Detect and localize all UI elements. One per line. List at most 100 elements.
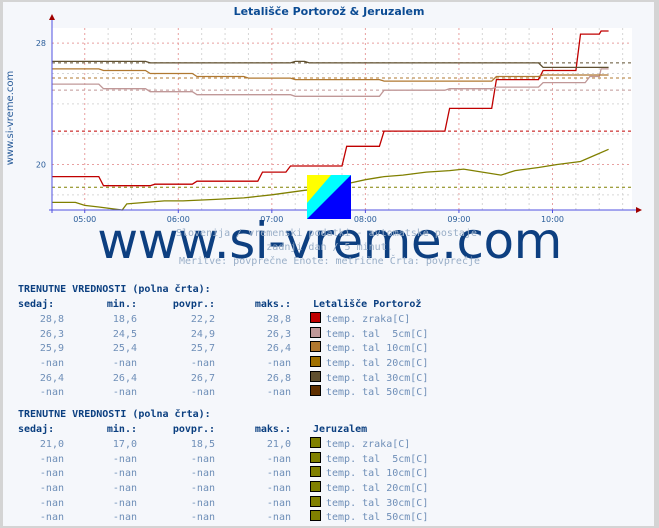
col-maks: maks.: [254,298,291,310]
value-povpr: -nan [190,357,215,369]
legend-label: temp. tal 50cm[C] [326,387,429,399]
legend-swatch-icon [310,510,321,522]
value-sedaj: -nan [39,482,64,494]
legend-swatch-icon [310,495,321,507]
value-sedaj: -nan [39,357,64,369]
legend-label: temp. zraka[C] [326,314,411,326]
legend-label: temp. zraka[C] [326,439,411,451]
table-row: -nan -nan -nan -nan temp. tal 50cm[C] [18,510,428,525]
legend-label: temp. tal 5cm[C] [326,328,429,340]
legend-swatch-icon [310,480,321,492]
table-row: -nan -nan -nan -nan temp. tal 10cm[C] [18,466,428,481]
value-maks: -nan [266,497,291,509]
legend-swatch-icon [310,466,321,478]
legend-label: temp. tal 20cm[C] [326,482,429,494]
value-min: 25,4 [112,343,137,355]
value-min: -nan [112,453,137,465]
table-heading: TRENUTNE VREDNOSTI (polna črta): [18,284,211,295]
value-povpr: -nan [190,482,215,494]
value-maks: -nan [266,387,291,399]
value-min: 26,4 [112,372,137,384]
value-min: 17,0 [112,439,137,451]
value-sedaj: 25,9 [39,343,64,355]
legend-swatch-icon [310,385,321,397]
table-row: -nan -nan -nan -nan temp. tal 5cm[C] [18,451,429,467]
legend-label: temp. tal 50cm[C] [326,512,429,524]
value-povpr: -nan [190,497,215,509]
col-povpr: povpr.: [172,298,215,310]
value-maks: 26,4 [266,343,291,355]
value-povpr: -nan [190,387,215,399]
legend-swatch-icon [310,355,321,367]
values-table-jeruzalem: TRENUTNE VREDNOSTI (polna črta): sedaj: mi… [18,408,428,525]
value-maks: -nan [266,357,291,369]
value-sedaj: -nan [39,387,64,399]
value-povpr: 25,7 [190,343,215,355]
value-min: -nan [112,497,137,509]
legend-label: temp. tal 10cm[C] [326,468,429,480]
legend-label: temp. tal 5cm[C] [326,453,429,465]
value-povpr: -nan [190,453,215,465]
legend-swatch-icon [310,437,321,449]
value-sedaj: -nan [39,497,64,509]
legend-swatch-icon [310,341,321,353]
value-sedaj: 26,4 [39,372,64,384]
table-row: 28,8 18,6 22,2 28,8 temp. zraka[C] [18,312,428,327]
y-tick-label: 20 [36,161,46,170]
value-maks: -nan [266,453,291,465]
legend-swatch-icon [310,326,321,338]
table-header-row: sedaj: min.: povpr.: maks.: Letališče Portor… [18,298,428,313]
legend-swatch-icon [310,312,321,324]
table-heading: TRENUTNE VREDNOSTI (polna črta): [18,409,211,420]
col-povpr: povpr.: [172,423,215,435]
value-min: -nan [112,468,137,480]
col-sedaj: sedaj: [18,298,55,310]
value-maks: 26,3 [266,328,291,340]
value-povpr: -nan [190,468,215,480]
value-min: -nan [112,357,137,369]
table-row: 21,0 17,0 18,5 21,0 temp. zraka[C] [18,437,428,452]
legend-label: temp. tal 20cm[C] [326,357,429,369]
col-maks: maks.: [254,423,291,435]
y-tick-label: 28 [36,39,46,48]
value-sedaj: -nan [39,468,64,480]
table-row: 26,4 26,4 26,7 26,8 temp. tal 30cm[C] [18,370,429,386]
value-povpr: -nan [190,512,215,524]
table-header-row: sedaj: min.: povpr.: maks.: Jeruzalem [18,423,428,438]
y-tick-labels: 2028 [36,39,46,169]
subtitle-line-1: Slovenija / vremenski podatki - avtomats… [175,228,484,239]
value-min: -nan [112,512,137,524]
table-row: -nan -nan -nan -nan temp. tal 50cm[C] [18,385,428,400]
table-row: 26,3 24,5 24,9 26,3 temp. tal 5cm[C] [18,326,429,342]
value-sedaj: 26,3 [39,328,64,340]
value-min: -nan [112,482,137,494]
value-maks: -nan [266,468,291,480]
value-sedaj: -nan [39,453,64,465]
value-sedaj: 21,0 [39,439,64,451]
station-name: Letališče Portorož [313,298,422,310]
chart-title: Letališče Portorož & Jeruzalem [234,5,425,18]
table-row: -nan -nan -nan -nan temp. tal 20cm[C] [18,355,429,371]
value-maks: 28,8 [266,314,291,326]
value-povpr: 22,2 [190,314,215,326]
value-sedaj: -nan [39,512,64,524]
col-min: min.: [106,298,137,310]
value-povpr: 18,5 [190,439,215,451]
value-sedaj: 28,8 [39,314,64,326]
table-row: -nan -nan -nan -nan temp. tal 20cm[C] [18,480,429,496]
value-min: 24,5 [112,328,137,340]
station-name: Jeruzalem [313,423,368,435]
table-row: 25,9 25,4 25,7 26,4 temp. tal 10cm[C] [18,341,428,356]
col-sedaj: sedaj: [18,423,55,435]
legend-swatch-icon [310,451,321,463]
legend-swatch-icon [310,370,321,382]
temperature-chart: 05:00 06:00 07:00 08:00 09:00 10:00 2028 Leta… [5,5,642,224]
subtitle-line-2: zadnji dan / 5 minut. [266,242,393,253]
value-maks: -nan [266,482,291,494]
side-label: www.si-vreme.com [5,71,16,166]
value-maks: -nan [266,512,291,524]
legend-label: temp. tal 10cm[C] [326,343,429,355]
legend-label: temp. tal 30cm[C] [326,372,429,384]
value-maks: 26,8 [266,372,291,384]
table-row: -nan -nan -nan -nan temp. tal 30cm[C] [18,495,428,511]
